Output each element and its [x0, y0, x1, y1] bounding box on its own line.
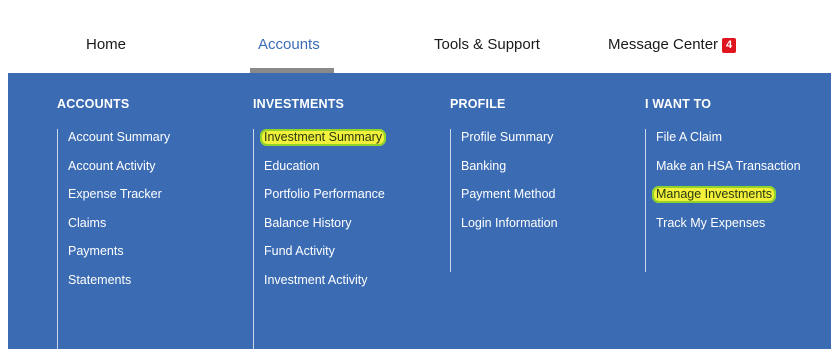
tab-tools-support[interactable]: Tools & Support — [434, 36, 540, 53]
menu-item-investment-summary[interactable]: Investment Summary — [260, 129, 387, 158]
column-title-profile: PROFILE — [450, 97, 506, 111]
column-title-i-want-to: I WANT TO — [645, 97, 712, 111]
menu-column-accounts: ACCOUNTS Account Summary Account Activit… — [57, 97, 170, 349]
menu-item-payments[interactable]: Payments — [68, 243, 170, 272]
column-title-investments: INVESTMENTS — [253, 97, 345, 111]
message-count-badge: 4 — [722, 38, 737, 53]
column-title-accounts: ACCOUNTS — [57, 97, 130, 111]
menu-item-login-information[interactable]: Login Information — [461, 215, 558, 244]
accounts-mega-menu: ACCOUNTS Account Summary Account Activit… — [8, 73, 831, 349]
menu-item-account-summary[interactable]: Account Summary — [68, 129, 170, 158]
menu-item-track-my-expenses[interactable]: Track My Expenses — [656, 215, 801, 244]
menu-column-profile: PROFILE Profile Summary Banking Payment … — [450, 97, 558, 272]
menu-item-education[interactable]: Education — [264, 158, 386, 187]
accounts-link-list: Account Summary Account Activity Expense… — [57, 129, 170, 349]
tab-message-center[interactable]: Message Center 4 — [608, 36, 737, 53]
menu-column-i-want-to: I WANT TO File A Claim Make an HSA Trans… — [645, 97, 801, 272]
menu-item-file-a-claim[interactable]: File A Claim — [656, 129, 801, 158]
highlighted-manage-investments: Manage Investments — [652, 186, 777, 203]
main-nav: Home Accounts Tools & Support Message Ce… — [0, 0, 831, 73]
menu-item-balance-history[interactable]: Balance History — [264, 215, 386, 244]
tab-message-center-label: Message Center — [608, 36, 719, 53]
menu-item-account-activity[interactable]: Account Activity — [68, 158, 170, 187]
investments-link-list: Investment Summary Education Portfolio P… — [253, 129, 387, 349]
menu-item-profile-summary[interactable]: Profile Summary — [461, 129, 558, 158]
tab-home[interactable]: Home — [86, 36, 126, 53]
menu-item-investment-activity[interactable]: Investment Activity — [264, 272, 386, 301]
menu-column-investments: INVESTMENTS Investment Summary Education… — [253, 97, 387, 349]
menu-item-make-hsa-transaction[interactable]: Make an HSA Transaction — [656, 158, 801, 187]
menu-item-expense-tracker[interactable]: Expense Tracker — [68, 186, 170, 215]
menu-item-claims[interactable]: Claims — [68, 215, 170, 244]
tab-accounts[interactable]: Accounts — [258, 36, 320, 53]
highlighted-investment-summary: Investment Summary — [260, 129, 387, 146]
menu-item-fund-activity[interactable]: Fund Activity — [264, 243, 386, 272]
menu-item-payment-method[interactable]: Payment Method — [461, 186, 558, 215]
menu-item-manage-investments[interactable]: Manage Investments — [652, 186, 801, 215]
menu-item-banking[interactable]: Banking — [461, 158, 558, 187]
menu-item-portfolio-performance[interactable]: Portfolio Performance — [264, 186, 386, 215]
i-want-to-link-list: File A Claim Make an HSA Transaction Man… — [645, 129, 801, 272]
menu-item-statements[interactable]: Statements — [68, 272, 170, 301]
profile-link-list: Profile Summary Banking Payment Method L… — [450, 129, 558, 272]
